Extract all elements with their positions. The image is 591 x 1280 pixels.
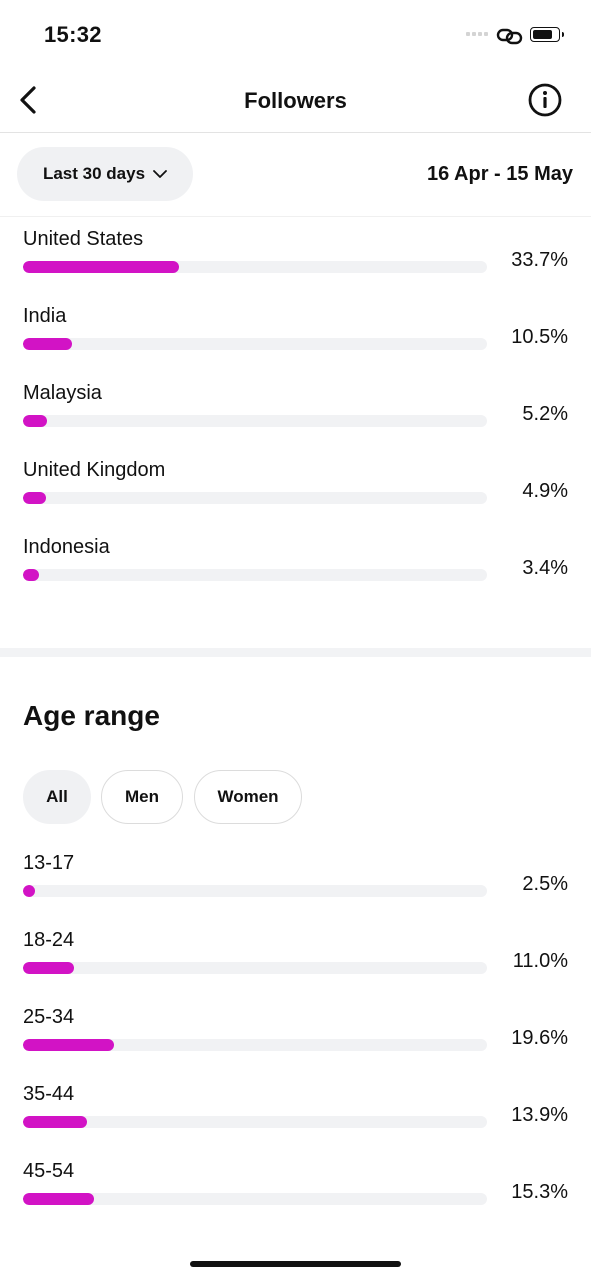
percentage-value: 10.5% (511, 326, 568, 348)
age-label: 18-24 (23, 929, 75, 951)
tab-men[interactable]: Men (101, 770, 183, 824)
bar-fill (23, 1039, 114, 1051)
battery-icon (530, 27, 564, 42)
country-row: United States 33.7% (0, 228, 591, 298)
percentage-value: 2.5% (522, 873, 568, 895)
country-label: United Kingdom (23, 459, 166, 481)
age-row: 18-24 11.0% (0, 929, 591, 999)
bar-track (23, 1193, 487, 1205)
section-title: Age range (23, 700, 160, 731)
nav-header: Followers (0, 70, 591, 133)
bar-track (23, 962, 487, 974)
percentage-value: 19.6% (511, 1027, 568, 1049)
home-indicator (190, 1261, 401, 1267)
percentage-value: 15.3% (511, 1181, 568, 1203)
info-icon[interactable] (527, 82, 563, 118)
bar-track (23, 569, 487, 581)
bar-fill (23, 1193, 94, 1205)
percentage-value: 13.9% (511, 1104, 568, 1126)
status-bar: 15:32 (0, 0, 591, 70)
country-label: India (23, 305, 67, 327)
country-label: Malaysia (23, 382, 102, 404)
chevron-down-icon (153, 170, 167, 178)
bar-fill (23, 1116, 87, 1128)
bar-track (23, 1116, 487, 1128)
filter-row: Last 30 days 16 Apr - 15 May (0, 133, 591, 217)
period-label: Last 30 days (42, 164, 146, 183)
tab-women[interactable]: Women (194, 770, 302, 824)
age-label: 35-44 (23, 1083, 75, 1105)
bar-track (23, 415, 487, 427)
percentage-value: 3.4% (522, 557, 568, 579)
age-label: 13-17 (23, 852, 75, 874)
bar-track (23, 261, 487, 273)
bar-fill (23, 492, 46, 504)
date-range: 16 Apr - 15 May (427, 163, 573, 185)
bar-track (23, 1039, 487, 1051)
percentage-value: 5.2% (522, 403, 568, 425)
bar-fill (23, 261, 179, 273)
percentage-value: 4.9% (522, 480, 568, 502)
bar-fill (23, 338, 72, 350)
bar-fill (23, 569, 39, 581)
bar-fill (23, 415, 47, 427)
country-label: Indonesia (23, 536, 110, 558)
country-row: Indonesia 3.4% (0, 536, 591, 606)
age-row: 35-44 13.9% (0, 1083, 591, 1153)
country-row: Malaysia 5.2% (0, 382, 591, 452)
cellular-signal-icon (466, 32, 488, 36)
bar-fill (23, 962, 74, 974)
tab-all[interactable]: All (23, 770, 91, 824)
country-row: United Kingdom 4.9% (0, 459, 591, 529)
percentage-value: 33.7% (511, 249, 568, 271)
page-title: Followers (244, 88, 347, 113)
bar-fill (23, 885, 35, 897)
age-row: 25-34 19.6% (0, 1006, 591, 1076)
period-dropdown[interactable]: Last 30 days (17, 147, 193, 201)
age-label: 25-34 (23, 1006, 75, 1028)
section-divider (0, 648, 591, 657)
status-time: 15:32 (44, 22, 102, 47)
percentage-value: 11.0% (512, 950, 568, 972)
country-row: India 10.5% (0, 305, 591, 375)
age-row: 13-17 2.5% (0, 852, 591, 922)
country-label: United States (23, 228, 144, 250)
bar-track (23, 492, 487, 504)
age-label: 45-54 (23, 1160, 75, 1182)
bar-track (23, 885, 487, 897)
age-row: 45-54 15.3% (0, 1160, 591, 1230)
link-icon (496, 28, 523, 45)
bar-track (23, 338, 487, 350)
